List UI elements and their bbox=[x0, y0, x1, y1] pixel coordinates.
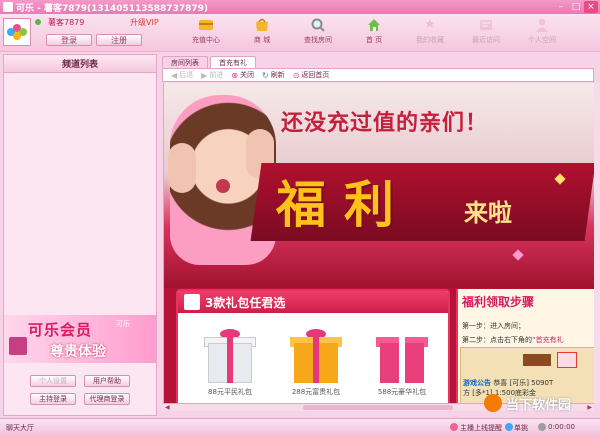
host-online-reminder[interactable]: 主播上线提醒 bbox=[460, 423, 502, 433]
vip-banner[interactable]: 可乐会员 尊贵体验 可乐 bbox=[4, 315, 156, 363]
user-help-button[interactable]: 用户帮助 bbox=[84, 375, 130, 387]
promo-come-text: 来啦 bbox=[464, 199, 512, 227]
forward-arrow-icon: ▶ bbox=[201, 70, 208, 80]
home-return-icon: ⊙ bbox=[292, 70, 300, 80]
gift-label-basic: 88元平民礼包 bbox=[208, 388, 252, 396]
game-notice: 游戏公告 恭喜 [可乐] 5090T bbox=[463, 379, 554, 387]
toolbar-find-room[interactable]: 查找房间 bbox=[290, 16, 346, 50]
close-button[interactable]: × bbox=[584, 1, 598, 13]
window-controls: – □ × bbox=[554, 1, 598, 13]
app-icon bbox=[3, 2, 13, 12]
gift-package-section: 3款礼包任君选 88元平民礼包 288元富贵礼包 588元豪华礼包 bbox=[176, 289, 450, 403]
host-login-button[interactable]: 主持登录 bbox=[30, 393, 76, 405]
username: 薯客7879 bbox=[48, 18, 85, 27]
maximize-button[interactable]: □ bbox=[569, 1, 583, 13]
gift-section-header: 3款礼包任君选 bbox=[178, 291, 448, 313]
return-home-button[interactable]: ⊙ 返回首页 bbox=[293, 70, 330, 80]
register-button[interactable]: 注册 bbox=[96, 34, 142, 46]
back-button[interactable]: ◀ 后退 bbox=[171, 70, 193, 80]
gift-label-luxury: 588元豪华礼包 bbox=[377, 388, 427, 396]
horizontal-scroll-thumb[interactable] bbox=[303, 405, 453, 410]
claim-steps-panel: 福利领取步骤 第一步：进入房间； 第二步：点击右下角的“首充有礼 游戏公告 恭喜… bbox=[456, 289, 594, 403]
personal-settings-button[interactable]: 个人设置 bbox=[30, 375, 76, 387]
search-icon bbox=[310, 17, 326, 33]
shop-icon bbox=[254, 17, 270, 33]
vertical-scrollbar[interactable] bbox=[594, 83, 600, 403]
scroll-left-arrow-icon[interactable]: ◀ bbox=[165, 404, 170, 411]
refresh-icon: ↻ bbox=[262, 70, 269, 80]
banner-line1: 可乐会员 bbox=[28, 321, 93, 339]
home-icon bbox=[366, 17, 382, 33]
browser-nav-bar: ◀ 后退 ▶ 前进 ⊗ 关闭 ↻ 刷新 ⊙ 返回首页 bbox=[162, 68, 594, 82]
close-page-button[interactable]: ⊗ 关闭 bbox=[231, 70, 254, 80]
title-bar: 可乐 - 薯客7879(13140511358873787​9) – □ × bbox=[0, 0, 600, 14]
toolbar-personal-space[interactable]: 个人空间 bbox=[514, 16, 570, 50]
channel-panel: 频道列表 可乐会员 尊贵体验 可乐 个人设置 用户帮助 主持登录 代理商登录 bbox=[3, 54, 157, 416]
refresh-button[interactable]: ↻ 刷新 bbox=[262, 70, 285, 80]
top-toolbar: 薯客7879 升级VIP 登录 注册 充值中心 商 城 查找房间 首 页 ★ 我… bbox=[0, 14, 600, 52]
hand-left bbox=[168, 143, 196, 193]
forward-button[interactable]: ▶ 前进 bbox=[201, 70, 223, 80]
step-1-text: 第一步：进入房间； bbox=[462, 322, 525, 330]
window-title: 可乐 - 薯客7879(13140511358873787​9) bbox=[16, 4, 208, 14]
shopping-bag-icon bbox=[9, 337, 27, 355]
watermark: 当下软件园 bbox=[484, 392, 598, 416]
promo-page: 还没充过值的亲们！ 福利 来啦 3款礼包任君选 88元平民礼包 288元富贵礼包 bbox=[163, 83, 594, 403]
solo-mode[interactable]: 单挑 bbox=[514, 423, 528, 433]
gift-box-rich[interactable] bbox=[286, 329, 346, 383]
login-button[interactable]: 登录 bbox=[46, 34, 92, 46]
promo-headline: 还没充过值的亲们！ bbox=[281, 111, 489, 136]
history-icon bbox=[478, 17, 494, 33]
banner-brand: 可乐 bbox=[116, 320, 130, 328]
close-icon: ⊗ bbox=[231, 70, 239, 80]
status-bar: 聊天大厅 主播上线提醒 单挑 0:00:00 bbox=[0, 418, 600, 436]
back-arrow-icon: ◀ bbox=[171, 70, 178, 80]
tab-first-recharge[interactable]: 首充有礼 bbox=[210, 56, 256, 68]
banner-line2: 尊贵体验 bbox=[50, 344, 106, 360]
promo-big-text: 福利 bbox=[276, 176, 412, 234]
watermark-text: 当下软件园 bbox=[506, 398, 572, 413]
toolbar-recharge[interactable]: 充值中心 bbox=[178, 16, 234, 50]
toolbar-favorites[interactable]: ★ 我的收藏 bbox=[402, 16, 458, 50]
agent-login-button[interactable]: 代理商登录 bbox=[84, 393, 130, 405]
gift-box-luxury[interactable] bbox=[372, 329, 432, 383]
gift-label-rich: 288元富贵礼包 bbox=[291, 388, 341, 396]
clock-icon bbox=[538, 423, 546, 431]
star-icon: ★ bbox=[424, 17, 436, 32]
bell-icon bbox=[450, 423, 458, 431]
content-tabs: 房间列表 首充有礼 bbox=[162, 56, 256, 68]
solo-icon bbox=[505, 423, 513, 431]
upgrade-vip-link[interactable]: 升级VIP bbox=[130, 17, 159, 28]
channel-list-title: 频道列表 bbox=[4, 55, 156, 73]
avatar[interactable] bbox=[3, 18, 31, 46]
mouth bbox=[216, 179, 230, 193]
toolbar-shop[interactable]: 商 城 bbox=[234, 16, 290, 50]
promo-hero: 还没充过值的亲们！ 福利 来啦 bbox=[164, 83, 594, 288]
tab-room-list[interactable]: 房间列表 bbox=[162, 56, 208, 68]
kele-logo-icon bbox=[7, 24, 27, 40]
toolbar-recent[interactable]: 最近访问 bbox=[458, 16, 514, 50]
timer: 0:00:00 bbox=[548, 423, 575, 431]
gift-section-title: 3款礼包任君选 bbox=[205, 296, 286, 310]
gift-box-basic[interactable] bbox=[200, 329, 260, 383]
chat-hall-label[interactable]: 聊天大厅 bbox=[6, 423, 34, 433]
gift-icon bbox=[184, 294, 200, 310]
claim-steps-title: 福利领取步骤 bbox=[462, 295, 535, 309]
online-status-icon[interactable] bbox=[35, 19, 41, 25]
screenshot-button bbox=[523, 354, 551, 366]
screenshot-gift-button bbox=[557, 352, 577, 368]
user-icon bbox=[534, 17, 550, 33]
toolbar-home[interactable]: 首 页 bbox=[346, 16, 402, 50]
minimize-button[interactable]: – bbox=[554, 1, 568, 13]
step-2-text: 第二步：点击右下角的“首充有礼 bbox=[462, 336, 564, 344]
watermark-logo-icon bbox=[484, 394, 502, 412]
card-icon bbox=[198, 17, 214, 33]
sparkle-icon bbox=[512, 249, 524, 261]
